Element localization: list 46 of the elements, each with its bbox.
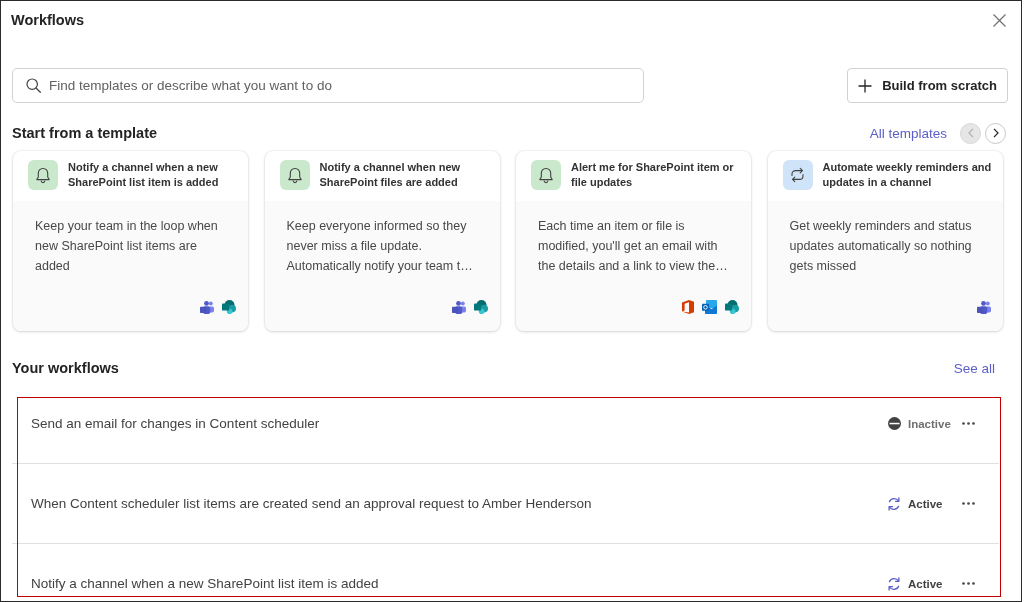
template-title: Alert me for SharePoint item or file updates (571, 160, 735, 190)
people-icon (451, 300, 466, 314)
template-description: Each time an item or file is modified, you'll get an email with the details and a link to view the… (538, 218, 729, 275)
status-label: Active (908, 497, 944, 510)
template-title: Notify a channel when new SharePoint files are added (319, 160, 462, 190)
envelope-icon (702, 300, 717, 314)
plus-icon (858, 78, 873, 93)
ellipsis-icon (962, 502, 975, 505)
circles-icon (473, 300, 488, 314)
status-label: Inactive (908, 417, 952, 430)
people-icon (976, 301, 991, 314)
search-field[interactable]: Find templates or describe what you want to do (12, 68, 644, 103)
repeat-icon (782, 160, 813, 190)
search-icon (26, 78, 41, 93)
people-icon (200, 300, 214, 314)
circles-icon (725, 300, 739, 314)
chevron-right-icon (992, 128, 999, 138)
circles-icon (222, 300, 236, 314)
template-description: Get weekly reminders and status updates automatically so nothing gets missed (789, 218, 973, 275)
workflow-title[interactable]: Send an email for changes in Content scheduler (31, 416, 320, 431)
workflow-title[interactable]: Notify a channel when a new SharePoint list item is added (31, 576, 379, 591)
window-title: Workflows (11, 12, 85, 28)
template-title: Automate weekly reminders and updates in a channel (822, 160, 993, 190)
section-heading: Start from a template (12, 125, 158, 141)
template-description: Keep your team in the loop when new SharePoint list items are added (35, 218, 219, 275)
template-card[interactable]: Notify a channel when new SharePoint files are added Keep everyone informed so they never miss a file update. Automatically notify your team t… (264, 151, 500, 331)
build-from-scratch-button[interactable]: Build from scratch (847, 68, 1008, 103)
template-card[interactable]: Alert me for SharePoint item or file updates Each time an item or file is modified, you'll get an email with the details and a link to view the… (516, 151, 751, 331)
chevron-left-icon (967, 128, 974, 138)
template-card[interactable]: Automate weekly reminders and updates in a channel Get weekly reminders and status updates automatically so nothing gets missed (767, 151, 1003, 331)
bell-icon (531, 160, 561, 190)
section-heading: Your workflows (12, 360, 119, 376)
template-title: Notify a channel when a new SharePoint list item is added (68, 160, 220, 190)
template-card[interactable]: Notify a channel when a new SharePoint list item is added Keep your team in the loop when new SharePoint list items are added (13, 151, 248, 331)
all-templates-link[interactable]: All templates (869, 125, 947, 141)
status-label: Active (908, 577, 944, 590)
bell-icon (279, 160, 310, 190)
bracket-shape-icon (682, 300, 694, 314)
ellipsis-icon (962, 582, 975, 585)
workflow-title[interactable]: When Content scheduler list items are created send an approval request to Amber Henderson (31, 496, 592, 511)
bell-icon (28, 160, 58, 190)
close-icon (993, 13, 1006, 27)
ellipsis-icon (962, 422, 975, 425)
see-all-link[interactable]: See all (953, 360, 995, 376)
template-description: Keep everyone informed so they never miss a file update. Automatically notify your team t… (286, 218, 474, 275)
close-button[interactable] (991, 11, 1008, 29)
